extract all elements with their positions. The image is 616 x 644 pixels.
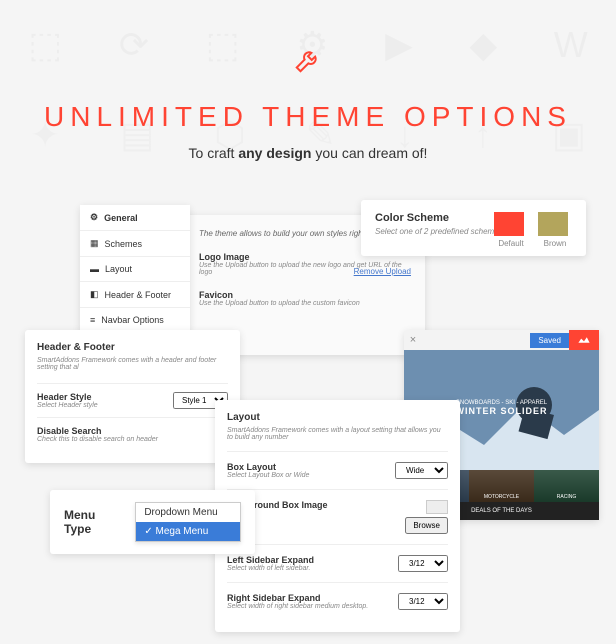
- saved-button[interactable]: Saved: [530, 333, 569, 348]
- menu-type-dropdown[interactable]: Dropdown Menu ✓ Mega Menu: [135, 502, 241, 542]
- left-sidebar-sub: Select width of left sidebar.: [227, 565, 314, 572]
- columns-icon: ◧: [90, 289, 99, 300]
- color-swatch-brown[interactable]: Brown: [538, 212, 572, 248]
- thumb-motorcycle[interactable]: MOTORCYCLE: [469, 470, 534, 502]
- browse-button[interactable]: Browse: [405, 517, 448, 534]
- sidebar-tabs: ⚙General ▦Schemes ▬Layout ◧Header & Foot…: [80, 205, 190, 333]
- left-sidebar-title: Left Sidebar Expand: [227, 555, 314, 565]
- sidebar-item-general[interactable]: ⚙General: [80, 205, 190, 231]
- page-subtitle: To craft any design you can dream of!: [0, 145, 616, 161]
- menu-type-label: Menu Type: [64, 508, 123, 536]
- favicon-sub: Use the Upload button to upload the cust…: [199, 300, 411, 307]
- box-layout-sub: Select Layout Box or Wide: [227, 472, 309, 479]
- layout-subtitle: SmartAddons Framework comes with a layou…: [227, 427, 448, 441]
- layout-icon: ▬: [90, 264, 99, 274]
- thumb-racing[interactable]: RACING: [534, 470, 599, 502]
- layout-title: Layout: [227, 412, 448, 423]
- left-sidebar-select[interactable]: 3/12: [398, 555, 448, 572]
- right-sidebar-select[interactable]: 3/12: [398, 593, 448, 610]
- brand-logo: [569, 330, 599, 350]
- hero-title: SNOWBOARDS - SKI - APPAREL WINTER SOLIDE…: [456, 400, 548, 416]
- bg-image-preview: [426, 500, 448, 514]
- menu-type-panel: Menu Type Dropdown Menu ✓ Mega Menu: [50, 490, 255, 554]
- header-footer-panel: Header & Footer SmartAddons Framework co…: [25, 330, 240, 463]
- favicon-title: Favicon: [199, 290, 411, 300]
- header-style-title: Header Style: [37, 392, 98, 402]
- menu-type-option-dropdown[interactable]: Dropdown Menu: [136, 503, 240, 522]
- box-layout-title: Box Layout: [227, 462, 309, 472]
- grid-icon: ▦: [90, 238, 99, 249]
- wrench-icon: [293, 45, 323, 83]
- gear-icon: ⚙: [90, 212, 98, 223]
- color-swatch-default[interactable]: Default: [494, 212, 528, 248]
- right-sidebar-title: Right Sidebar Expand: [227, 593, 368, 603]
- box-layout-select[interactable]: Wide: [395, 462, 448, 479]
- menu-icon: ≡: [90, 315, 95, 325]
- right-sidebar-sub: Select width of right sidebar medium des…: [227, 603, 368, 610]
- sidebar-item-schemes[interactable]: ▦Schemes: [80, 231, 190, 257]
- close-icon[interactable]: ×: [404, 334, 422, 346]
- disable-search-title: Disable Search: [37, 426, 158, 436]
- remove-upload-link[interactable]: Remove Upload: [354, 267, 411, 276]
- sidebar-item-layout[interactable]: ▬Layout: [80, 257, 190, 282]
- menu-type-option-mega[interactable]: ✓ Mega Menu: [136, 522, 240, 541]
- page-title: UNLIMITED THEME OPTIONS: [0, 101, 616, 133]
- header-style-sub: Select Header style: [37, 402, 98, 409]
- hf-title: Header & Footer: [37, 342, 228, 353]
- hf-subtitle: SmartAddons Framework comes with a heade…: [37, 357, 228, 371]
- sidebar-item-header-footer[interactable]: ◧Header & Footer: [80, 282, 190, 308]
- disable-search-sub: Check this to disable search on header: [37, 436, 158, 443]
- color-scheme-panel: Color Scheme Select one of 2 predefined …: [361, 200, 586, 256]
